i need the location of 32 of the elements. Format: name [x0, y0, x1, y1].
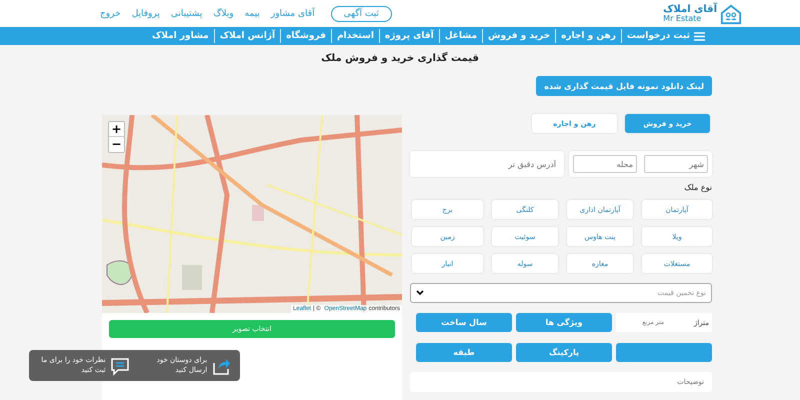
- post-ad-button[interactable]: ثبت آگهی: [330, 6, 392, 22]
- logo-text: Mr Estate: [663, 14, 702, 22]
- header-link[interactable]: وبلاگ: [213, 8, 234, 18]
- nav-link[interactable]: فروشگاه: [280, 29, 331, 43]
- nav-link[interactable]: ثبت درخواست: [620, 29, 710, 43]
- build-year-button[interactable]: سال ساخت: [416, 313, 512, 332]
- nav-link[interactable]: خرید و فروش: [482, 29, 556, 43]
- header-link[interactable]: خروج: [100, 8, 121, 18]
- chevron-down-icon: [416, 290, 424, 296]
- logo-text: آقای املاک: [663, 4, 717, 14]
- features-button[interactable]: ویژگی ها: [516, 313, 612, 332]
- header-link[interactable]: پروفایل: [132, 8, 160, 18]
- city-field[interactable]: شهر: [644, 155, 708, 173]
- district-field[interactable]: محله: [573, 155, 637, 173]
- header-link[interactable]: بیمه: [244, 8, 260, 18]
- menu-icon[interactable]: [694, 32, 705, 40]
- nav-link[interactable]: استخدام: [330, 29, 379, 43]
- page-title: قیمت گذاری خرید و فروش ملک: [320, 53, 480, 64]
- zoom-in-button[interactable]: +: [109, 122, 124, 137]
- nav-link[interactable]: آقای پروژه: [378, 29, 439, 43]
- nav-link[interactable]: مشاغل: [438, 29, 482, 43]
- nav-link[interactable]: مشاور املاک: [147, 29, 214, 43]
- parking-button[interactable]: پارکینگ: [516, 343, 612, 362]
- property-type-label: نوع ملک: [683, 183, 712, 192]
- download-link-button[interactable]: لینک دانلود نمونه فایل قیمت گذاری شده: [536, 76, 712, 96]
- nav-link[interactable]: رهن و اجاره: [555, 29, 621, 43]
- header-link[interactable]: آقای مشاور: [270, 8, 315, 18]
- floor-button[interactable]: طبقه: [416, 343, 512, 362]
- house-logo-icon: [720, 2, 742, 24]
- nav-link[interactable]: آژانس املاک: [214, 29, 280, 43]
- header-link[interactable]: پشتیبانی: [170, 8, 202, 18]
- chat-icon[interactable]: [110, 356, 130, 376]
